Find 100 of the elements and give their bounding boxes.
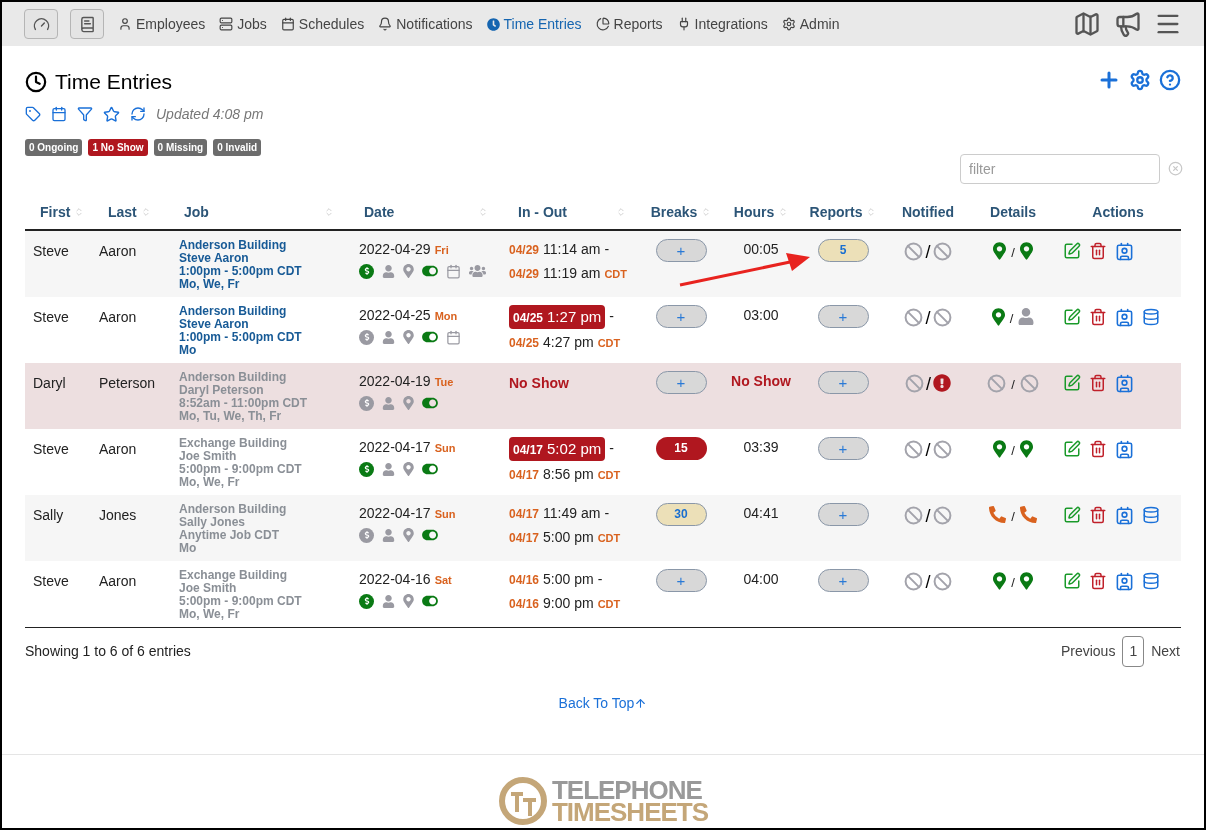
- nav-link[interactable]: Employees: [118, 13, 206, 35]
- count-badge[interactable]: 5: [817, 238, 869, 262]
- pin-icon[interactable]: [993, 571, 1007, 590]
- dollar-icon[interactable]: [359, 395, 374, 411]
- column-header[interactable]: Actions: [1092, 201, 1144, 223]
- contact-card-icon[interactable]: [1115, 307, 1134, 327]
- dashboard-button[interactable]: [24, 9, 58, 39]
- nav-link[interactable]: Integrations: [676, 13, 768, 35]
- phone-icon[interactable]: [989, 505, 1007, 523]
- column-header[interactable]: In - Out: [518, 201, 567, 223]
- dollar-icon[interactable]: [359, 593, 374, 609]
- contact-card-icon[interactable]: [1115, 241, 1134, 261]
- star-icon[interactable]: [103, 105, 120, 123]
- person-icon[interactable]: [382, 528, 395, 542]
- edit-icon[interactable]: [1063, 439, 1081, 458]
- column-header[interactable]: Details: [990, 201, 1036, 223]
- phone-icon[interactable]: [1019, 505, 1037, 523]
- pin-icon[interactable]: [403, 594, 414, 608]
- toggle-icon[interactable]: [422, 462, 438, 476]
- edit-icon[interactable]: [1063, 241, 1081, 260]
- dollar-icon[interactable]: [359, 263, 374, 279]
- calendar-icon[interactable]: [51, 106, 67, 122]
- person-icon[interactable]: [382, 264, 395, 278]
- settings-icon[interactable]: [1129, 69, 1151, 91]
- toggle-icon[interactable]: [422, 594, 438, 608]
- nav-link[interactable]: Notifications: [378, 13, 473, 35]
- map-icon[interactable]: [1072, 10, 1102, 38]
- contact-card-icon[interactable]: [1115, 505, 1134, 525]
- megaphone-icon[interactable]: [1114, 10, 1142, 38]
- count-badge[interactable]: 30: [655, 502, 707, 526]
- dollar-icon[interactable]: [359, 527, 374, 543]
- trash-icon[interactable]: [1089, 571, 1107, 590]
- column-header[interactable]: Notified: [901, 201, 955, 223]
- column-header[interactable]: Date: [364, 201, 395, 223]
- job-details[interactable]: Anderson Building Steve Aaron 1:00pm - 5:00pm CDT Mo, We, Fr: [179, 238, 339, 291]
- pin-icon[interactable]: [1019, 241, 1033, 260]
- dollar-icon[interactable]: [359, 461, 374, 477]
- job-details[interactable]: Anderson Building Steve Aaron 1:00pm - 5:00pm CDT Mo: [179, 304, 339, 357]
- pin-icon[interactable]: [403, 528, 414, 542]
- toggle-icon[interactable]: [422, 264, 438, 278]
- count-badge[interactable]: 15: [655, 436, 707, 460]
- database-icon[interactable]: [1142, 571, 1160, 590]
- group-icon[interactable]: [469, 264, 486, 278]
- pin-icon[interactable]: [1019, 571, 1033, 590]
- column-header[interactable]: Job: [184, 201, 209, 223]
- refresh-icon[interactable]: [130, 106, 146, 122]
- pin-icon[interactable]: [991, 307, 1005, 326]
- nav-link[interactable]: Jobs: [219, 13, 267, 35]
- pagination-button[interactable]: Previous: [1059, 640, 1117, 662]
- trash-icon[interactable]: [1089, 307, 1107, 326]
- back-to-top-link[interactable]: Back To Top: [558, 692, 648, 714]
- trash-icon[interactable]: [1089, 373, 1107, 392]
- edit-icon[interactable]: [1063, 505, 1081, 524]
- trash-icon[interactable]: [1089, 439, 1107, 458]
- pagination-button[interactable]: Next: [1150, 640, 1181, 662]
- calendar-icon[interactable]: [446, 329, 461, 345]
- toggle-icon[interactable]: [422, 396, 438, 410]
- table-row[interactable]: Sally Jones Anderson Building Sally Jones Anytime Job CDT Mo 2022-04-17 Sun 04/17 11:49 am - 04/17 5:00 pm CDT 30 04:41 + / /: [25, 494, 1181, 561]
- column-header[interactable]: First: [40, 201, 71, 223]
- pin-icon[interactable]: [403, 330, 414, 344]
- nav-link[interactable]: Admin: [781, 13, 840, 35]
- edit-icon[interactable]: [1063, 373, 1081, 392]
- table-cell: Daryl: [33, 374, 66, 391]
- pagination-button[interactable]: 1: [1122, 635, 1145, 667]
- contact-card-icon[interactable]: [1115, 571, 1134, 591]
- database-icon[interactable]: [1142, 505, 1160, 524]
- filter-field[interactable]: filter: [960, 153, 1160, 184]
- database-icon[interactable]: [1142, 307, 1160, 326]
- book-button[interactable]: [70, 9, 104, 39]
- help-icon[interactable]: [1159, 69, 1181, 91]
- filter-icon[interactable]: [77, 106, 93, 122]
- calendar-icon[interactable]: [446, 263, 461, 279]
- pin-icon[interactable]: [403, 462, 414, 476]
- edit-icon[interactable]: [1063, 307, 1081, 326]
- person-icon[interactable]: [382, 330, 395, 344]
- table-row[interactable]: Steve Aaron Anderson Building Steve Aaron 1:00pm - 5:00pm CDT Mo, We, Fr 2022-04-29 Fri 04/29 11:14 am - 04/29 11:19 am CDT + 00:05 5 / /: [25, 230, 1181, 297]
- toggle-icon[interactable]: [422, 528, 438, 542]
- contact-card-icon[interactable]: [1115, 373, 1134, 393]
- trash-icon[interactable]: [1089, 241, 1107, 260]
- column-header[interactable]: Reports: [809, 201, 863, 223]
- column-header[interactable]: Breaks: [650, 201, 698, 223]
- dollar-icon[interactable]: [359, 329, 374, 345]
- edit-icon[interactable]: [1063, 571, 1081, 590]
- person-icon[interactable]: [1018, 307, 1035, 325]
- table-row[interactable]: Daryl Peterson Anderson Building Daryl Peterson 8:52am - 11:00pm CDT Mo, Tu, We, Th, Fr 2022-04-19 Tue No Show + No Show + / /: [25, 362, 1181, 429]
- pin-icon[interactable]: [993, 439, 1007, 458]
- pin-icon[interactable]: [993, 241, 1007, 260]
- person-icon[interactable]: [382, 462, 395, 476]
- nav-link[interactable]: Schedules: [280, 13, 365, 35]
- tag-icon[interactable]: [25, 106, 41, 122]
- pin-icon[interactable]: [403, 264, 414, 278]
- column-header[interactable]: Last: [108, 201, 137, 223]
- nav-link[interactable]: Time Entries: [486, 13, 582, 35]
- person-icon[interactable]: [382, 594, 395, 608]
- column-header[interactable]: Hours: [733, 201, 775, 223]
- nav-link[interactable]: Reports: [595, 13, 663, 35]
- contact-card-icon[interactable]: [1115, 439, 1134, 459]
- trash-icon[interactable]: [1089, 505, 1107, 524]
- toggle-icon[interactable]: [422, 330, 438, 344]
- pin-icon[interactable]: [1019, 439, 1033, 458]
